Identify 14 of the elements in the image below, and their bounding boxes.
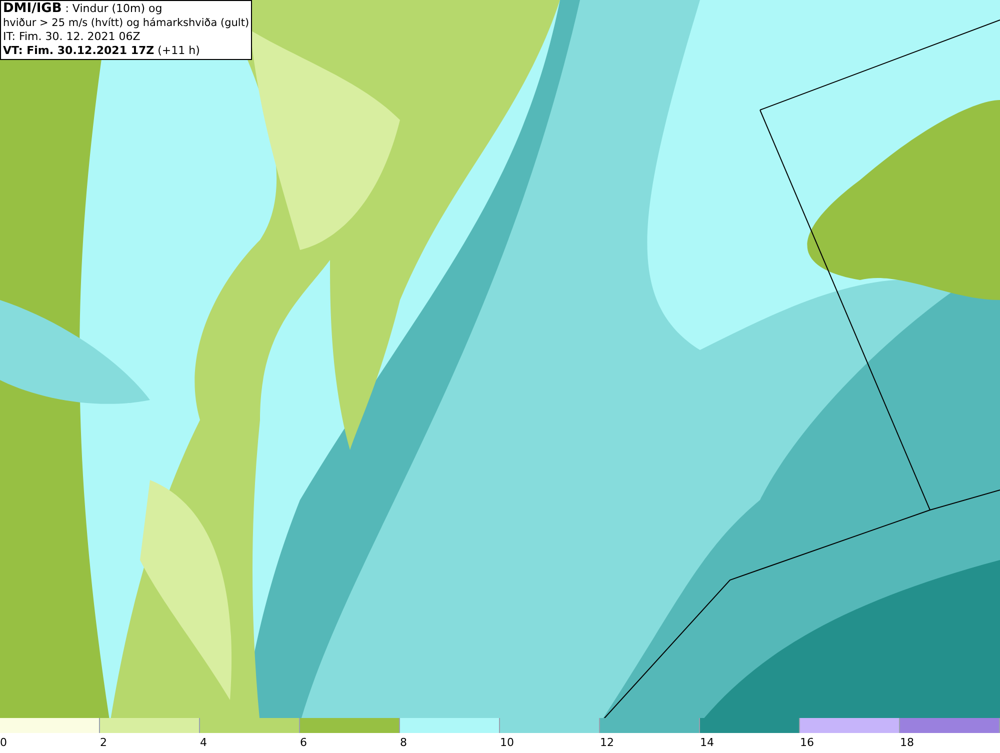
map-title: DMI/IGB : Vindur (10m) og (3, 2, 164, 16)
legend-label: 14 (700, 736, 714, 749)
legend-label: 10 (500, 736, 514, 749)
map-subtitle: hviður > 25 m/s (hvítt) og hámarkshviða (gult) (3, 16, 250, 30)
legend-label: 8 (400, 736, 407, 749)
valid-time: VT: Fim. 30.12.2021 17Z (+11 h) (3, 44, 201, 58)
initial-time: IT: Fim. 30. 12. 2021 06Z (3, 30, 142, 44)
legend-label: 0 (0, 736, 7, 749)
legend-label: 18 (900, 736, 914, 749)
legend-label: 4 (200, 736, 207, 749)
legend-label: 2 (100, 736, 107, 749)
legend-label: 12 (600, 736, 614, 749)
legend-label: 6 (300, 736, 307, 749)
legend-label: 16 (800, 736, 814, 749)
